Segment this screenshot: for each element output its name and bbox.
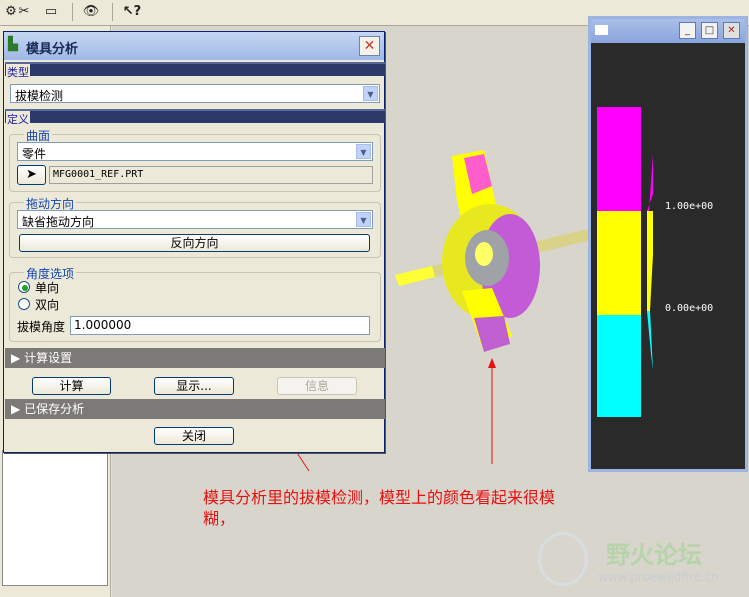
single-direction-radio[interactable] [18, 281, 30, 293]
double-direction-radio[interactable] [18, 298, 30, 310]
distribution-magenta [647, 154, 653, 211]
saved-analysis-label: 已保存分析 [24, 402, 85, 416]
reverse-direction-button[interactable]: 反向方向 [19, 234, 370, 252]
maximize-icon[interactable]: □ [701, 22, 718, 39]
saved-analysis-bar[interactable]: ▶ 已保存分析 [5, 399, 385, 419]
tool-icon-3[interactable]: ▭ [40, 2, 62, 22]
dialog-title-bar[interactable]: ▙ 模具分析 ✕ [4, 32, 384, 60]
distribution-yellow [647, 211, 653, 311]
scale-band-magenta [597, 107, 641, 211]
expand-triangle-icon: ▶ [11, 351, 21, 365]
display-button[interactable]: 显示... [154, 377, 234, 395]
toolbar-separator [72, 3, 73, 21]
calc-settings-label: 计算设置 [24, 351, 73, 365]
model-tree-area[interactable] [2, 450, 108, 586]
watermark-url: www.proewildfire.cn [598, 570, 719, 584]
watermark-logo [538, 532, 588, 586]
scale-window-title-bar[interactable]: _ □ ✕ [591, 19, 745, 43]
close-icon[interactable]: ✕ [359, 36, 380, 56]
chevron-down-icon[interactable]: ▼ [363, 86, 378, 101]
annotation-arrowhead [488, 358, 496, 368]
window-icon [595, 25, 608, 35]
expand-triangle-icon: ▶ [11, 402, 21, 416]
mold-analysis-icon: ▙ [8, 37, 18, 52]
surface-type-value: 零件 [22, 147, 47, 161]
scale-distribution-graph [647, 154, 653, 370]
single-direction-label: 单向 [35, 281, 60, 295]
scale-upper-value: 1.00e+00 [665, 201, 714, 212]
tool-icon-2[interactable]: ✂ [13, 2, 35, 22]
direction-select[interactable]: 缺省拖动方向 ▼ [17, 210, 373, 229]
chevron-down-icon[interactable]: ▼ [356, 144, 371, 159]
analysis-type-value: 拔模检测 [15, 89, 64, 103]
select-pointer-button[interactable]: ➤ [17, 165, 46, 185]
part-name-field[interactable]: MFG0001_REF.PRT [49, 166, 373, 184]
scale-band-yellow [597, 211, 641, 315]
distribution-cyan [647, 311, 653, 370]
watermark-name: 野火论坛 [606, 541, 702, 569]
scale-band-cyan [597, 315, 641, 417]
toolbar-separator [112, 3, 113, 21]
direction-value: 缺省拖动方向 [22, 215, 95, 229]
scale-lower-value: 0.00e+00 [665, 303, 714, 314]
analysis-type-select[interactable]: 拔模检测 ▼ [10, 84, 380, 103]
type-section-label: 类型 [6, 64, 30, 80]
minimize-icon[interactable]: _ [679, 22, 696, 39]
definition-section-bar [5, 109, 385, 123]
annotation-line-2: 糊， [203, 509, 236, 528]
draft-angle-input[interactable]: 1.000000 [70, 316, 370, 335]
dialog-title: 模具分析 [26, 42, 79, 57]
chevron-down-icon[interactable]: ▼ [356, 212, 371, 227]
close-button[interactable]: 关闭 [154, 427, 234, 445]
color-scale-window: _ □ ✕ 1.00e+00 0.00e+00 [588, 16, 748, 472]
info-button[interactable]: 信息 [277, 377, 357, 395]
definition-section-label: 定义 [6, 111, 30, 127]
annotation-line-1: 模具分析里的拔模检测，模型上的颜色看起来很模 [203, 488, 556, 507]
hide-icon[interactable]: 👁 [80, 2, 102, 22]
type-section-bar [5, 62, 385, 76]
calc-settings-bar[interactable]: ▶ 计算设置 [5, 348, 385, 368]
mold-analysis-dialog: ▙ 模具分析 ✕ 类型 拔模检测 ▼ 定义 曲面 零件 ▼ ➤ MFG0001_… [3, 31, 385, 453]
double-direction-label: 双向 [35, 298, 60, 312]
annotation-text: 模具分析里的拔模检测，模型上的颜色看起来很模 糊， [203, 487, 663, 529]
help-cursor-icon[interactable]: ↖? [121, 2, 143, 22]
draft-angle-label: 拔模角度 [17, 320, 66, 334]
compute-button[interactable]: 计算 [32, 377, 111, 395]
surface-type-select[interactable]: 零件 ▼ [17, 142, 373, 161]
close-icon[interactable]: ✕ [723, 22, 740, 39]
